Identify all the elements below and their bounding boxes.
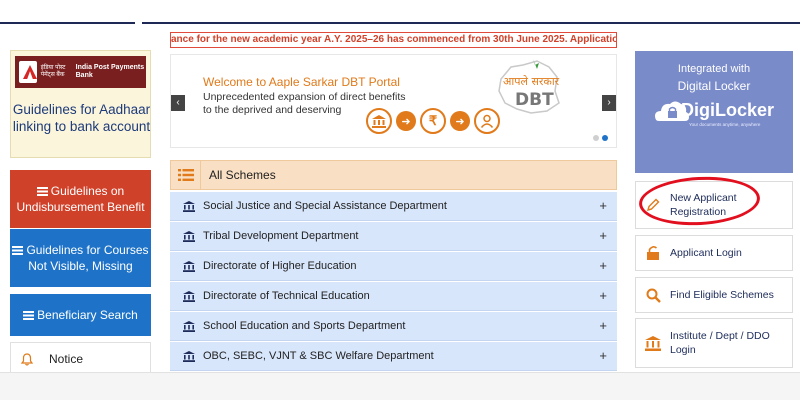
beneficiary-label: Beneficiary Search [37, 308, 138, 322]
dbt-logo-text: DBT [515, 90, 554, 110]
banner-subtitle-line2: to the deprived and deserving [203, 104, 342, 116]
digilocker-line2: Digital Locker [677, 79, 751, 93]
carousel-dots [593, 135, 608, 141]
arrow-right-icon: ➜ [450, 111, 470, 131]
expand-plus-icon[interactable]: + [599, 258, 607, 273]
notice-item[interactable]: Notice [10, 342, 151, 376]
scheme-label: Directorate of Technical Education [203, 290, 370, 302]
page-bottom-band [0, 372, 800, 400]
expand-plus-icon[interactable]: + [599, 318, 607, 333]
expand-plus-icon[interactable]: + [599, 348, 607, 363]
top-divider-left [0, 22, 135, 24]
digilocker-tagline: Your documents anytime, anywhere [689, 122, 761, 127]
ticker-text: ance for the new academic year A.Y. 2025… [171, 34, 616, 45]
list-icon [36, 187, 48, 197]
carousel-prev-button[interactable]: ‹ [171, 95, 185, 111]
digilocker-brand: DigiLocker [681, 100, 775, 120]
undisbursement-guidelines-button[interactable]: Guidelines on Undisbursement Benefit [10, 170, 151, 228]
arrow-right-icon: ➜ [396, 111, 416, 131]
aaple-sarkar-dbt-logo: आपले सरकार DBT [498, 59, 560, 114]
institution-building-icon [644, 334, 662, 352]
scheme-row-higher-education[interactable]: Directorate of Higher Education + [170, 252, 617, 281]
scheme-label: OBC, SEBC, VJNT & SBC Welfare Department [203, 350, 434, 362]
list-icon [23, 311, 35, 321]
search-icon [644, 286, 662, 304]
scheme-row-tribal[interactable]: Tribal Development Department + [170, 222, 617, 251]
digilocker-line1: Integrated with [677, 63, 751, 75]
find-eligible-schemes-link[interactable]: Find Eligible Schemes [635, 277, 793, 313]
beneficiary-search-button[interactable]: Beneficiary Search [10, 294, 151, 336]
carousel-dot[interactable] [593, 135, 599, 141]
scheme-row-obc-welfare[interactable]: OBC, SEBC, VJNT & SBC Welfare Department… [170, 342, 617, 371]
scheme-row-school-education[interactable]: School Education and Sports Department + [170, 312, 617, 341]
scheme-label: Social Justice and Special Assistance De… [203, 200, 447, 212]
applicant-login-label: Applicant Login [670, 247, 742, 259]
ippb-mark-icon [19, 61, 37, 83]
institute-dept-ddo-login-link[interactable]: Institute / Dept / DDO Login [635, 318, 793, 368]
undisbursement-label: Guidelines on Undisbursement Benefit [16, 184, 145, 214]
carousel-dot-active[interactable] [602, 135, 608, 141]
bank-icon [183, 320, 195, 332]
page: इंडिया पोस्ट पेमेंट्स बैंक India Post Pa… [0, 0, 800, 400]
ippb-logo: इंडिया पोस्ट पेमेंट्स बैंक India Post Pa… [15, 56, 146, 88]
banner-title: Welcome to Aaple Sarkar DBT Portal [203, 75, 400, 89]
expand-plus-icon[interactable]: + [599, 198, 607, 213]
scheme-label: School Education and Sports Department [203, 320, 406, 332]
aadhaar-guidelines-card[interactable]: इंडिया पोस्ट पेमेंट्स बैंक India Post Pa… [10, 50, 151, 158]
carousel-next-button[interactable]: › [602, 95, 616, 111]
bank-icon [366, 108, 392, 134]
scheme-list: Social Justice and Special Assistance De… [170, 192, 617, 372]
expand-plus-icon[interactable]: + [599, 288, 607, 303]
scheme-row-technical-education[interactable]: Directorate of Technical Education + [170, 282, 617, 311]
dbt-logo-hindi-text: आपले सरकार [503, 75, 560, 88]
aadhaar-guidelines-label: Guidelines for Aadhaar linking to bank a… [12, 102, 151, 134]
bank-icon [183, 290, 195, 302]
bell-icon [21, 353, 33, 366]
scheme-label: Directorate of Higher Education [203, 260, 357, 272]
banner-subtitle-line1: Unprecedented expansion of direct benefi… [203, 91, 406, 103]
courses-guidelines-button[interactable]: Guidelines for Courses Not Visible, Miss… [10, 229, 151, 287]
ippb-logo-en: India Post Payments Bank [75, 64, 145, 79]
bank-icon [183, 350, 195, 362]
bank-icon [183, 230, 195, 242]
scheme-row-social-justice[interactable]: Social Justice and Special Assistance De… [170, 192, 617, 221]
bank-icon [183, 260, 195, 272]
announcement-ticker[interactable]: ance for the new academic year A.Y. 2025… [170, 32, 617, 48]
list-icon [171, 161, 201, 189]
welcome-banner-carousel: ‹ Welcome to Aaple Sarkar DBT Portal Unp… [170, 54, 617, 148]
all-schemes-label: All Schemes [209, 168, 276, 182]
digilocker-banner[interactable]: Integrated with Digital Locker DigiLocke… [635, 51, 793, 173]
ippb-logo-hindi: इंडिया पोस्ट पेमेंट्स बैंक [40, 65, 66, 78]
courses-label: Guidelines for Courses Not Visible, Miss… [26, 243, 149, 273]
lock-icon [644, 244, 662, 262]
scheme-label: Tribal Development Department [203, 230, 359, 242]
top-divider-right [142, 22, 800, 24]
rupee-icon: ₹ [420, 108, 446, 134]
applicant-login-link[interactable]: Applicant Login [635, 235, 793, 271]
notice-label: Notice [49, 352, 84, 366]
institute-login-label: Institute / Dept / DDO Login [670, 330, 770, 356]
list-icon [12, 246, 24, 256]
find-schemes-label: Find Eligible Schemes [670, 289, 774, 301]
all-schemes-header[interactable]: All Schemes [170, 160, 617, 190]
expand-plus-icon[interactable]: + [599, 228, 607, 243]
benefit-flow-icons: ➜ ₹ ➜ [366, 108, 500, 134]
bank-icon [183, 200, 195, 212]
